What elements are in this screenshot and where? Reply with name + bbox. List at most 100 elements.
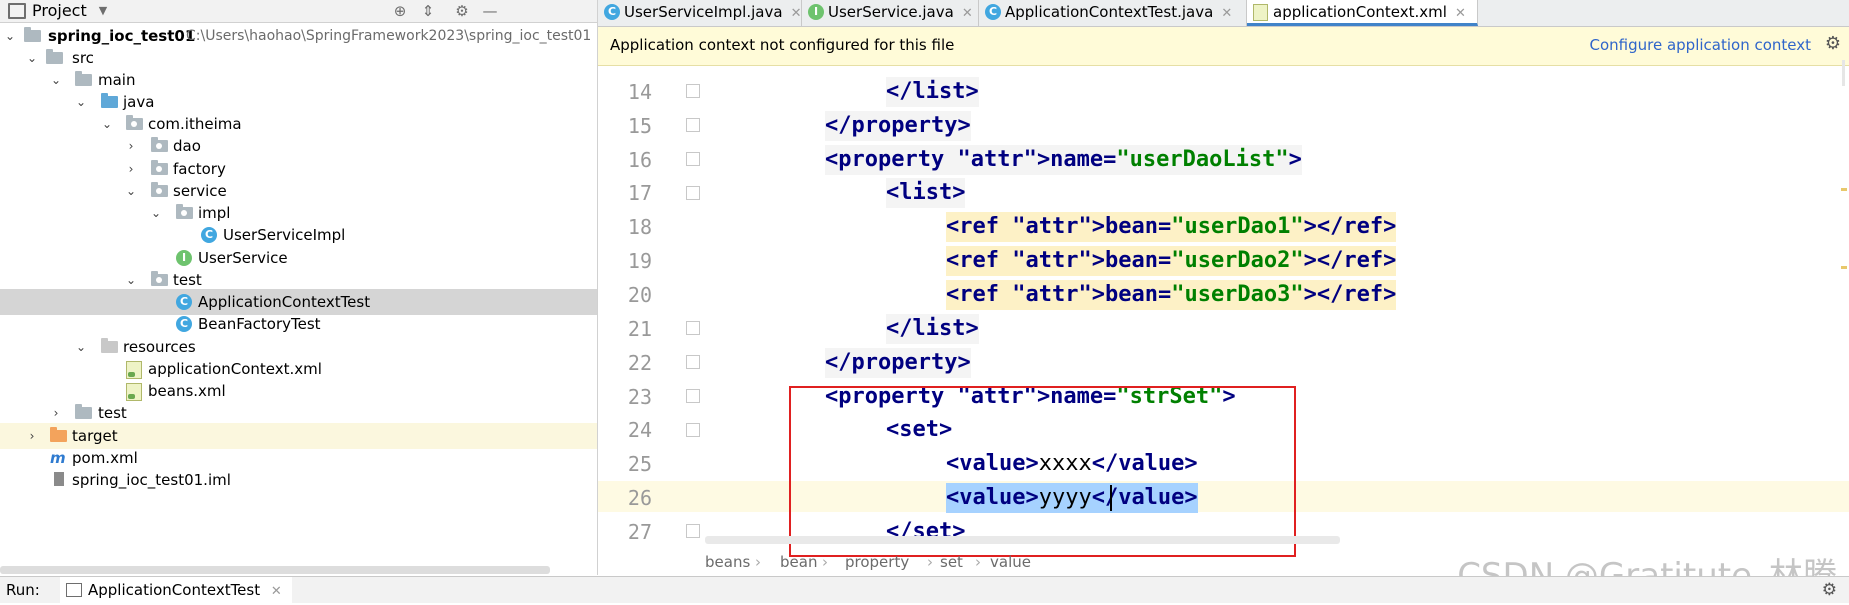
breadcrumb-separator: › [975,553,981,571]
fold-marker-icon[interactable] [686,524,700,538]
fold-marker-icon[interactable] [686,321,700,335]
fold-marker-icon[interactable] [686,389,700,403]
package-icon [151,182,168,197]
close-icon[interactable]: ✕ [962,6,973,21]
module-folder-icon [24,27,41,42]
tab-label: applicationContext.xml [1273,3,1447,21]
fold-marker-icon[interactable] [686,118,700,132]
breadcrumb-item[interactable]: value [990,553,1031,571]
breadcrumb-separator: › [755,553,761,571]
tab-applicationcontext-xml[interactable]: applicationContext.xml ✕ [1247,0,1478,26]
run-label: Run: [6,581,40,599]
line-number: 24 [627,418,652,442]
notification-banner: Application context not configured for t… [598,27,1849,66]
line-number: 14 [627,80,652,104]
code-line-14: </list> [886,77,979,107]
code-line-21: </list> [886,314,979,344]
folder-icon [75,404,92,419]
collapse-all-icon[interactable]: ⇕ [418,1,438,21]
line-number: 27 [627,520,652,544]
tree-item-iml[interactable]: spring_ioc_test01.iml [0,467,597,493]
run-config-icon [66,583,82,597]
test-class-icon: C [176,316,192,332]
gear-icon[interactable]: ⚙ [1825,33,1841,54]
package-icon [151,271,168,286]
spring-xml-icon [1253,4,1268,21]
tab-userserviceimpl-java[interactable]: C UserServiceImpl.java ✕ [598,0,802,26]
fold-marker-icon[interactable] [686,84,700,98]
project-horizontal-scrollbar[interactable] [0,566,550,574]
source-folder-icon [101,93,118,108]
class-icon: C [604,4,620,20]
module-file-icon [54,472,64,486]
code-line-18: <ref "attr">bean="userDao1"></ref> [946,212,1397,242]
line-number: 16 [627,148,652,172]
spring-xml-icon [126,383,142,401]
tab-userservice-java[interactable]: I UserService.java ✕ [802,0,979,26]
project-panel-title: Project [32,1,87,20]
run-tab[interactable]: ApplicationContextTest ✕ [60,577,292,603]
code-line-19: <ref "attr">bean="userDao2"></ref> [946,246,1397,276]
breadcrumb-item[interactable]: property [845,553,909,571]
breadcrumb-item[interactable]: set [940,553,963,571]
close-icon[interactable]: ✕ [271,584,282,599]
line-number: 22 [627,351,652,375]
editor-horizontal-scrollbar[interactable] [705,536,1340,544]
spring-xml-icon [126,361,142,379]
package-icon [126,115,143,130]
line-number: 17 [627,181,652,205]
code-line-20: <ref "attr">bean="userDao3"></ref> [946,280,1397,310]
interface-icon: I [808,4,824,20]
breadcrumb-item[interactable]: bean [780,553,817,571]
folder-icon [46,49,63,64]
line-number: 20 [627,283,652,307]
tree-item-label: spring_ioc_test01.iml [72,471,231,489]
close-icon[interactable]: ✕ [1221,6,1232,21]
line-number: 18 [627,215,652,239]
fold-marker-icon[interactable] [686,355,700,369]
breadcrumb-item[interactable]: beans [705,553,750,571]
close-icon[interactable]: ✕ [1455,6,1466,21]
breadcrumb-separator: › [822,553,828,571]
test-class-icon: C [176,294,192,310]
project-panel-header: Project ▼ ⊕ ⇕ ⚙ — [0,0,597,23]
interface-icon: I [176,250,192,266]
chevron-down-icon: ▼ [98,4,108,17]
line-number: 25 [627,452,652,476]
resources-folder-icon [101,338,118,353]
folder-icon [75,71,92,86]
line-number: 26 [627,486,652,510]
tab-label: UserServiceImpl.java [624,3,783,21]
scroll-marker[interactable] [1841,188,1847,191]
tab-applicationcontexttest-java[interactable]: C ApplicationContextTest.java ✕ [979,0,1247,26]
package-icon [151,160,168,175]
annotation-box [789,386,1296,557]
gear-icon[interactable]: ⚙ [452,1,472,21]
vertical-scrollbar[interactable] [1842,60,1845,86]
scroll-marker[interactable] [1841,266,1847,269]
locate-icon[interactable]: ⊕ [390,1,410,21]
minimize-icon[interactable]: — [480,1,500,21]
fold-marker-icon[interactable] [686,186,700,200]
code-line-17: <list> [886,178,966,208]
line-number: 21 [627,317,652,341]
package-icon [176,204,193,219]
project-panel: Project ▼ ⊕ ⇕ ⚙ — ⌄ spring_ioc_test01 C:… [0,0,598,575]
run-tool-window-bar: Run: ApplicationContextTest ✕ ⚙ [0,576,1849,603]
configure-context-link[interactable]: Configure application context [1589,36,1811,54]
code-line-15: </property> [825,111,971,141]
excluded-folder-icon [50,427,67,442]
package-icon [151,137,168,152]
gear-icon[interactable]: ⚙ [1822,580,1837,600]
close-icon[interactable]: ✕ [791,6,802,21]
run-tab-label: ApplicationContextTest [88,581,261,599]
tab-label: ApplicationContextTest.java [1005,3,1214,21]
code-line-16: <property "attr">name="userDaoList"> [825,145,1302,175]
fold-marker-icon[interactable] [686,423,700,437]
code-line-22: </property> [825,348,971,378]
line-number: 19 [627,249,652,273]
breadcrumb-separator: › [927,553,933,571]
fold-marker-icon[interactable] [686,152,700,166]
project-view-selector[interactable]: Project ▼ [8,1,107,20]
banner-message: Application context not configured for t… [610,36,955,54]
